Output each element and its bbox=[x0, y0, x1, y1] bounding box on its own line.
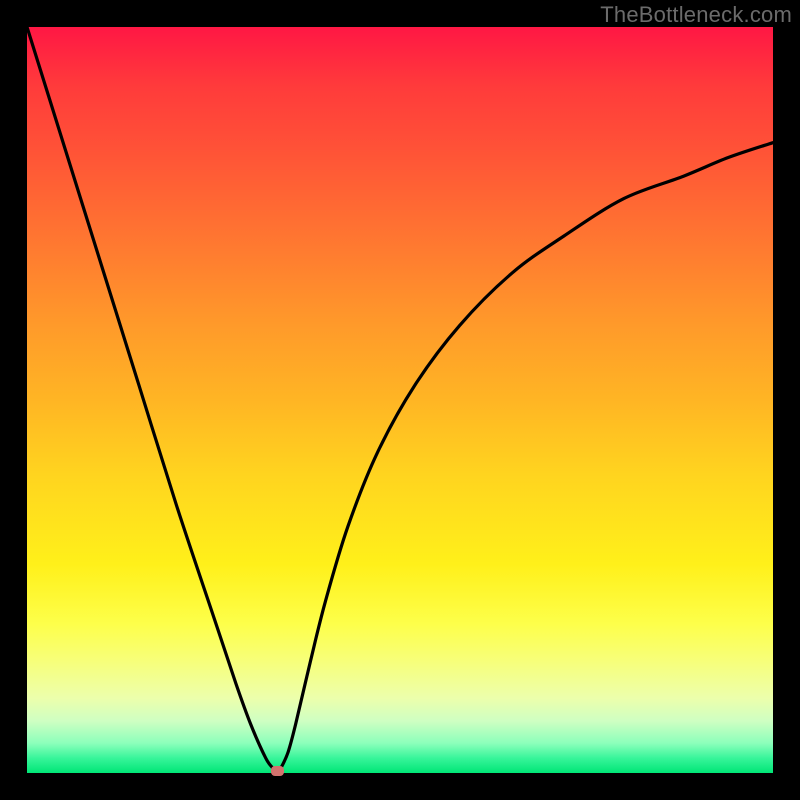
bottleneck-curve bbox=[27, 27, 773, 773]
chart-frame: TheBottleneck.com bbox=[0, 0, 800, 800]
optimal-point-marker bbox=[271, 766, 284, 776]
watermark-text: TheBottleneck.com bbox=[600, 2, 792, 28]
